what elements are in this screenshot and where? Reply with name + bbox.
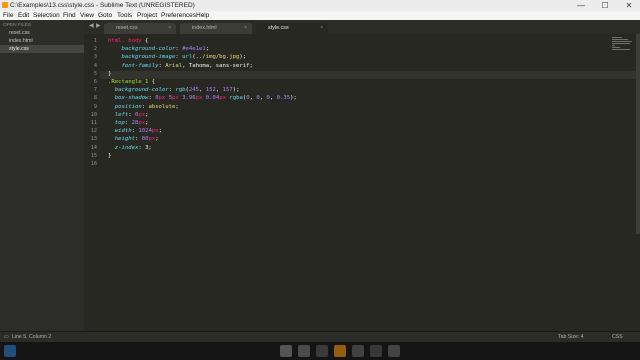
tab-style-css[interactable]: style.css × — [256, 23, 328, 34]
line-number: 8 — [93, 95, 97, 102]
code-line: position: absolute; — [114, 103, 179, 110]
panel-toggle-icon[interactable]: ▭ — [4, 334, 9, 340]
media-icon[interactable] — [316, 345, 328, 357]
line-number: 14 — [90, 144, 97, 151]
menu-selection[interactable]: Selection — [33, 12, 60, 19]
line-number: 1 — [93, 38, 97, 44]
menu-file[interactable]: File — [3, 12, 13, 19]
code-line: height: 80px; — [114, 136, 159, 143]
vertical-scrollbar[interactable] — [636, 34, 640, 234]
browser-icon[interactable] — [280, 345, 292, 357]
taskbar — [0, 342, 640, 360]
tab-label: reset.css — [116, 25, 138, 31]
code-line: width: 1024px; — [114, 128, 162, 135]
syntax-selector[interactable]: CSS — [612, 334, 623, 340]
tab-size-selector[interactable]: Tab Size: 4 — [558, 334, 584, 340]
menu-find[interactable]: Find — [63, 12, 76, 19]
code-line: background-image: url(../img/bg.jpg); — [121, 54, 247, 61]
line-number: 2 — [93, 46, 97, 53]
code-editor[interactable]: 1 2 3 4 5 6 7 8 9 10 11 12 13 14 15 16 h… — [84, 34, 640, 346]
minimize-button[interactable]: — — [572, 0, 590, 11]
tab-label: style.css — [268, 25, 289, 31]
open-files-label: OPEN FILES — [3, 23, 32, 28]
tab-next-icon[interactable]: ▶ — [96, 22, 101, 29]
minimap[interactable] — [612, 37, 634, 51]
code-line: } — [108, 152, 112, 159]
status-bar: ▭ Line 5, Column 2 Tab Size: 4 CSS — [0, 331, 640, 342]
cursor-position: Line 5, Column 2 — [12, 334, 52, 340]
line-number: 11 — [90, 120, 97, 126]
tab-close-icon[interactable]: × — [244, 23, 247, 34]
tab-index-html[interactable]: index.html × — [180, 23, 252, 34]
menu-tools[interactable]: Tools — [117, 12, 132, 19]
tab-reset-css[interactable]: reset.css × — [104, 23, 176, 34]
current-line-highlight — [100, 70, 640, 79]
title-bar: C:\Examples\13.css\style.css - Sublime T… — [0, 0, 640, 11]
sublime-app-icon — [2, 2, 8, 8]
line-number: 12 — [90, 128, 97, 135]
line-number: 5 — [93, 70, 97, 77]
window-title: C:\Examples\13.css\style.css - Sublime T… — [10, 1, 195, 9]
maximize-button[interactable]: ☐ — [596, 0, 614, 11]
line-number: 13 — [90, 136, 97, 143]
tab-label: index.html — [192, 25, 217, 31]
start-icon[interactable] — [4, 345, 16, 357]
code-line: background-color: rgb(245, 152, 157); — [114, 87, 240, 94]
files-icon[interactable] — [298, 345, 310, 357]
line-number: 10 — [90, 111, 97, 118]
sublime-icon[interactable] — [334, 345, 346, 357]
code-line: .Rectangle_1 { — [108, 79, 156, 85]
tab-bar: ◀ ▶ reset.css × index.html × style.css × — [84, 20, 640, 34]
line-number: 3 — [93, 54, 97, 61]
line-number: 7 — [93, 87, 97, 94]
code-line: html, body { — [108, 38, 149, 44]
code-line: z-index: 3; — [114, 144, 152, 151]
sidebar: OPEN FILES reset.css index.html style.cs… — [0, 20, 84, 331]
code-line: } — [108, 70, 112, 77]
tab-prev-icon[interactable]: ◀ — [89, 22, 94, 29]
menu-edit[interactable]: Edit — [18, 12, 29, 19]
sidebar-file-style-css[interactable]: style.css — [0, 45, 84, 53]
menu-view[interactable]: View — [80, 12, 94, 19]
line-number: 9 — [93, 103, 97, 110]
settings-icon[interactable] — [370, 345, 382, 357]
tab-close-icon[interactable]: × — [168, 23, 171, 34]
line-number: 4 — [93, 62, 97, 69]
code-line: top: 28px; — [114, 120, 149, 126]
code-line: left: 0px; — [114, 111, 149, 118]
code-line: box-shadow: 0px 5px 3.96px 0.04px rgba(0… — [114, 95, 297, 102]
chat-icon[interactable] — [352, 345, 364, 357]
menu-help[interactable]: Help — [196, 12, 209, 19]
menu-project[interactable]: Project — [137, 12, 157, 19]
menu-preferences[interactable]: Preferences — [161, 12, 196, 19]
photo-icon[interactable] — [388, 345, 400, 357]
line-number: 6 — [93, 79, 97, 85]
close-button[interactable]: ✕ — [620, 0, 638, 11]
code-line: background-color: #e4e1e1; — [121, 46, 210, 53]
sidebar-file-reset-css[interactable]: reset.css — [0, 29, 84, 37]
menu-goto[interactable]: Goto — [98, 12, 112, 19]
tab-close-icon[interactable]: × — [320, 23, 323, 34]
line-number: 15 — [90, 152, 97, 159]
line-number: 16 — [90, 161, 97, 167]
code-line: font-family: Arial, Tahoma, sans-serif; — [121, 62, 253, 69]
sidebar-file-index-html[interactable]: index.html — [0, 37, 84, 45]
